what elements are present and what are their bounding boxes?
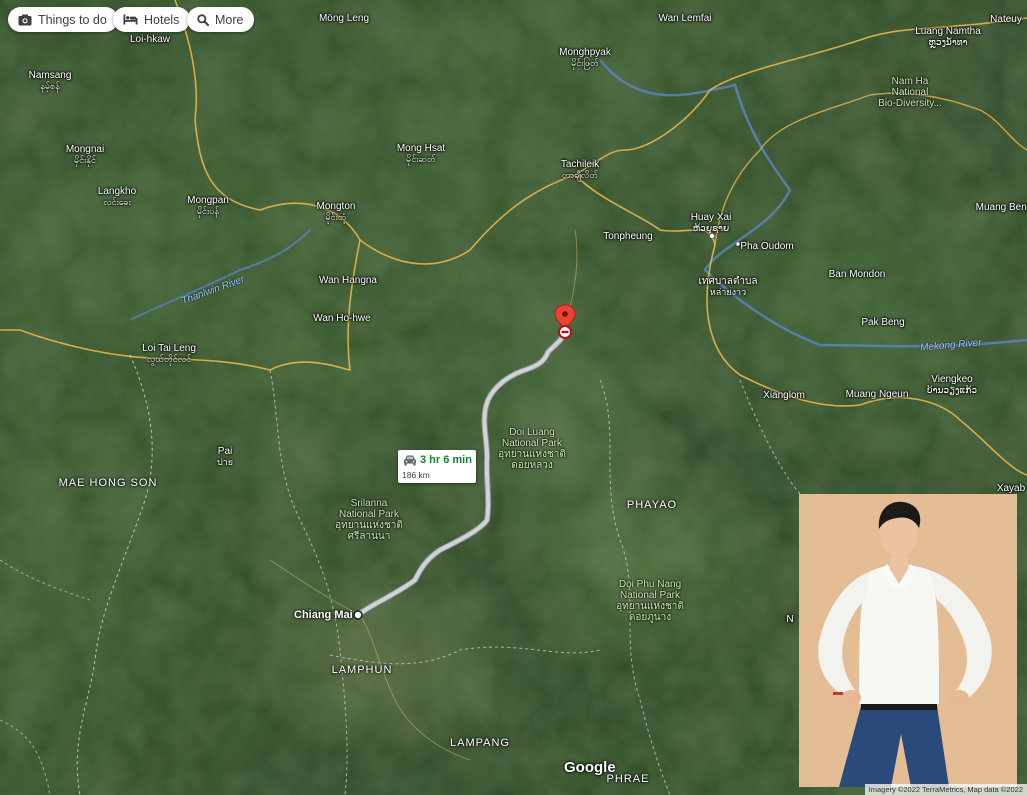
things-to-do-chip[interactable]: Things to do	[8, 7, 118, 32]
place-label[interactable]: Mongpan မိုင်းပန်	[187, 195, 229, 217]
region-label: PHAYAO	[626, 499, 678, 511]
place-label[interactable]: Pai ปาย	[217, 446, 233, 468]
camera-icon	[18, 14, 32, 25]
google-logo: Google	[564, 759, 616, 776]
search-icon	[197, 13, 209, 26]
map-attribution[interactable]: Imagery ©2022 TerraMetrics, Map data ©20…	[864, 784, 1027, 795]
person-photo	[799, 494, 1017, 787]
place-label[interactable]: Luang Namtha ຫຼວງນ້ຳທາ	[915, 26, 981, 48]
region-label: LAMPHUN	[331, 664, 393, 676]
place-label[interactable]: Huay Xai ຫ້ວຍຊາຍ	[691, 212, 732, 234]
place-label[interactable]: Pak Beng	[861, 317, 904, 328]
things-to-do-label: Things to do	[38, 12, 107, 27]
place-label[interactable]: Muang Ngeun	[846, 389, 909, 400]
place-label[interactable]: Tonpheung	[603, 231, 653, 242]
more-chip[interactable]: More	[187, 7, 255, 32]
place-label[interactable]: Ban Mondon	[829, 269, 886, 280]
origin-point[interactable]	[353, 610, 363, 620]
place-label[interactable]: Mong Hsat မိုင်းဆတ်	[397, 143, 445, 165]
place-label[interactable]: Nateuy	[990, 14, 1022, 25]
place-label[interactable]: Monghpyak မိုင်းဖြတ်	[559, 47, 611, 69]
city-label-chiang-mai[interactable]: Chiang Mai	[294, 609, 353, 621]
region-label: MAE HONG SON	[58, 477, 158, 489]
place-label[interactable]: Wan Hangna	[319, 275, 377, 286]
bed-icon	[123, 14, 138, 25]
region-label: LAMPANG	[450, 737, 510, 749]
car-icon	[404, 455, 416, 466]
park-label-doi-luang[interactable]: Doi Luang National Park อุทยานแห่งชาติ ดอยห…	[498, 427, 566, 471]
place-label[interactable]: Mongnai မိုင်းနိုင်	[66, 144, 104, 166]
hotels-chip[interactable]: Hotels	[113, 7, 191, 32]
place-label[interactable]: Namsang နမ့်စန်	[29, 70, 72, 92]
place-label[interactable]: Langkho လင်းခေး	[98, 186, 136, 208]
person-figure	[799, 494, 1017, 787]
park-label-srilanna[interactable]: Srilanna National Park อุทยานแห่งชาติ ศรีลา…	[335, 498, 403, 542]
park-label-doi-phu-nang[interactable]: Doi Phu Nang National Park อุทยานแห่งชาติด…	[616, 579, 684, 623]
place-label[interactable]: Xayab	[997, 483, 1025, 494]
park-label-nam-ha[interactable]: Nam Ha National Bio-Diversity...	[878, 76, 942, 109]
place-label[interactable]: Xianglom	[763, 390, 805, 401]
hotels-label: Hotels	[144, 12, 180, 27]
place-label[interactable]: Wan Lemfai	[659, 13, 712, 24]
place-label[interactable]: Loi Tai Leng လွယ်တိုင်လင်	[142, 343, 196, 365]
destination-circle-icon	[558, 325, 572, 339]
satellite-map[interactable]: Things to do Hotels More Möng Leng Wan L…	[0, 0, 1027, 795]
place-label[interactable]: Mongton မိုင်းတုံ	[317, 201, 356, 223]
place-label[interactable]: เทศบาลตำบล หล่ายงาว	[698, 276, 757, 298]
place-label[interactable]: N	[786, 614, 793, 625]
place-label[interactable]: Möng Leng	[319, 13, 369, 24]
place-label[interactable]: Tachileik တာချီလိတ်	[561, 159, 599, 181]
place-label[interactable]: Wan Ho-hwe	[313, 313, 370, 324]
more-label: More	[215, 12, 244, 27]
route-info-box[interactable]: 3 hr 6 min 186 km	[398, 450, 476, 483]
place-label[interactable]: Loi-hkaw	[130, 34, 170, 45]
place-label[interactable]: Viengkeo ບ້ານວຽງແກ້ວ	[927, 374, 977, 396]
place-label[interactable]: Pha Oudom	[740, 241, 793, 252]
place-label[interactable]: Muang Beng	[976, 202, 1027, 213]
route-duration: 3 hr 6 min	[420, 454, 472, 466]
route-distance: 186 km	[402, 470, 430, 480]
